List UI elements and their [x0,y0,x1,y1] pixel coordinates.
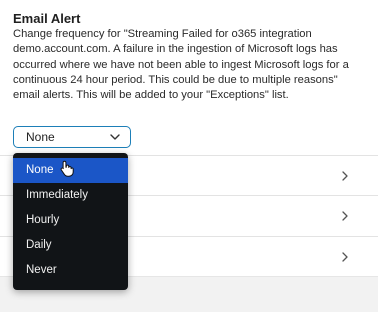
chevron-right-icon [342,211,348,221]
menu-item-hourly[interactable]: Hourly [13,208,128,233]
email-alert-title: Email Alert [13,11,81,26]
frequency-select-value: None [26,130,55,144]
chevron-down-icon [110,134,120,140]
chevron-right-icon [342,252,348,262]
menu-item-immediately[interactable]: Immediately [13,183,128,208]
hand-pointer-icon [60,160,74,177]
frequency-select[interactable]: None [13,126,131,148]
menu-item-daily[interactable]: Daily [13,233,128,258]
chevron-right-icon [342,171,348,181]
menu-item-never[interactable]: Never [13,258,128,283]
email-alert-description: Change frequency for "Streaming Failed f… [13,28,349,102]
